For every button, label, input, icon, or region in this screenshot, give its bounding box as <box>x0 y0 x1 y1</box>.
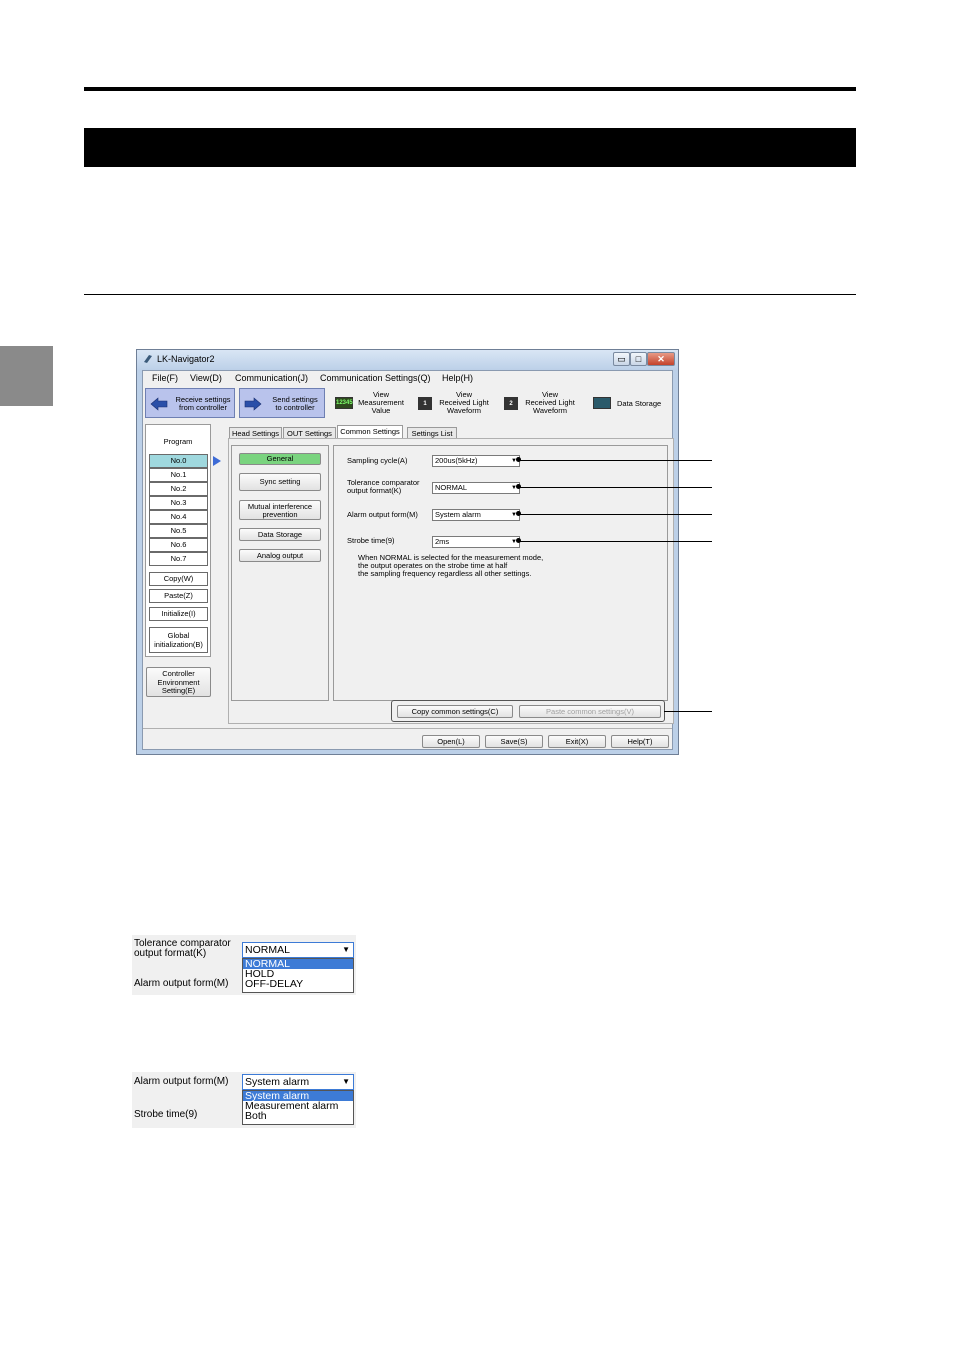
menu-communication-settings[interactable]: Communication Settings(Q) <box>320 373 431 383</box>
program-item[interactable]: No.5 <box>149 524 208 538</box>
program-item[interactable]: No.1 <box>149 468 208 482</box>
program-item[interactable]: No.7 <box>149 552 208 566</box>
minimize-icon: ▭ <box>617 354 626 364</box>
dropdown-option[interactable]: OFF-DELAY <box>243 979 353 990</box>
maximize-button[interactable]: □ <box>630 352 647 366</box>
toolbar: Receive settings from controller Send set… <box>143 386 672 420</box>
callout-line <box>519 487 712 488</box>
close-button[interactable]: ✕ <box>647 352 675 366</box>
sampling-cycle-select[interactable]: 200us(5kHz) ▼ <box>432 455 520 467</box>
section-header-bar <box>84 128 856 167</box>
program-item[interactable]: No.6 <box>149 538 208 552</box>
data-storage-button[interactable]: Data Storage <box>591 388 671 418</box>
tolerance-dropdown-example: Tolerance comparator output format(K) Ala… <box>132 935 356 995</box>
view-waveform-1-button[interactable]: 1 View Received Light Waveform <box>416 388 496 418</box>
footer-divider <box>143 728 672 729</box>
window-title: LK-Navigator2 <box>157 354 215 364</box>
program-item[interactable]: No.2 <box>149 482 208 496</box>
waveform-2-icon: 2 <box>504 397 518 410</box>
view-waveform-1-label: View Received Light Waveform <box>439 390 489 415</box>
chapter-side-tab <box>0 346 53 406</box>
menu-help[interactable]: Help(H) <box>442 373 473 383</box>
tab-common-settings[interactable]: Common Settings <box>337 425 403 438</box>
view-waveform-2-label: View Received Light Waveform <box>525 390 575 415</box>
strobe-time-select[interactable]: 2ms ▼ <box>432 536 520 548</box>
strobe-time-label: Strobe time(9) <box>347 536 395 545</box>
category-mutual-interference[interactable]: Mutual interference prevention <box>239 500 321 520</box>
callout-line <box>519 460 712 461</box>
app-window: LK-Navigator2 ▭ □ ✕ File(F) View(D) Comm… <box>136 349 679 755</box>
divider-rule <box>84 294 856 295</box>
close-icon: ✕ <box>657 354 665 364</box>
view-measurement-button[interactable]: 12345 View Measurement Value <box>333 388 413 418</box>
title-bar[interactable]: LK-Navigator2 ▭ □ ✕ <box>137 350 678 370</box>
program-title: Program <box>163 437 193 446</box>
callout-line <box>519 541 712 542</box>
menu-view[interactable]: View(D) <box>190 373 222 383</box>
tab-out-settings[interactable]: OUT Settings <box>283 427 336 438</box>
initialize-program-button[interactable]: Initialize(I) <box>149 607 208 621</box>
alarm-output-select[interactable]: System alarm ▼ <box>432 509 520 521</box>
alarm-output-label: Alarm output form(M) <box>347 510 418 519</box>
tolerance-dropdown-label: Tolerance comparator output format(K) <box>134 938 231 959</box>
program-item[interactable]: No.0 <box>149 454 208 468</box>
exit-button[interactable]: Exit(X) <box>548 735 606 748</box>
app-logo-icon <box>144 355 152 363</box>
category-general[interactable]: General <box>239 453 321 465</box>
paste-program-button[interactable]: Paste(Z) <box>149 589 208 603</box>
alarm-dropdown-combo[interactable]: System alarm ▼ <box>242 1074 354 1090</box>
strobe-note: When NORMAL is selected for the measurem… <box>358 553 544 578</box>
callout-line <box>519 514 712 515</box>
category-data-storage[interactable]: Data Storage <box>239 528 321 541</box>
paste-common-settings-button[interactable]: Paste common settings(V) <box>519 705 661 718</box>
send-settings-button[interactable]: Send settings to controller <box>239 388 325 418</box>
arrow-right-icon <box>244 397 262 411</box>
tolerance-format-label: Tolerance comparator output format(K) <box>347 478 420 495</box>
view-measurement-label: View Measurement Value <box>358 390 404 415</box>
program-item[interactable]: No.4 <box>149 510 208 524</box>
data-storage-label: Data Storage <box>617 399 662 408</box>
client-area: File(F) View(D) Communication(J) Communi… <box>142 370 674 750</box>
selected-program-arrow-icon <box>213 456 221 466</box>
open-button[interactable]: Open(L) <box>422 735 480 748</box>
save-button[interactable]: Save(S) <box>485 735 543 748</box>
tab-settings-list[interactable]: Settings List <box>407 427 457 438</box>
sampling-cycle-label: Sampling cycle(A) <box>347 456 408 465</box>
menu-file[interactable]: File(F) <box>152 373 178 383</box>
alarm-dropdown-label: Alarm output form(M) <box>134 1076 229 1087</box>
waveform-1-icon: 1 <box>418 397 432 410</box>
dropdown-option[interactable]: Both <box>243 1111 353 1122</box>
receive-settings-button[interactable]: Receive settings from controller <box>145 388 235 418</box>
controller-environment-button[interactable]: Controller Environment Setting(E) <box>146 667 211 697</box>
minimize-button[interactable]: ▭ <box>613 352 630 366</box>
view-waveform-2-button[interactable]: 2 View Received Light Waveform <box>502 388 582 418</box>
tolerance-format-select[interactable]: NORMAL ▼ <box>432 482 520 494</box>
chevron-down-icon: ▼ <box>342 1077 350 1086</box>
alarm-output-label-behind: Alarm output form(M) <box>134 978 229 989</box>
category-sync-setting[interactable]: Sync setting <box>239 473 321 491</box>
data-storage-icon <box>593 397 611 409</box>
callout-line <box>664 711 712 712</box>
menu-bar: File(F) View(D) Communication(J) Communi… <box>143 371 672 386</box>
measurement-value-icon: 12345 <box>335 397 353 409</box>
global-initialization-button[interactable]: Global initialization(B) <box>149 627 208 653</box>
category-analog-output[interactable]: Analog output <box>239 549 321 562</box>
arrow-left-icon <box>150 397 168 411</box>
top-rule <box>84 87 856 91</box>
copy-common-settings-button[interactable]: Copy common settings(C) <box>397 705 513 718</box>
tolerance-dropdown-combo[interactable]: NORMAL ▼ <box>242 942 354 958</box>
chevron-down-icon: ▼ <box>342 945 350 954</box>
strobe-time-label-behind: Strobe time(9) <box>134 1109 198 1120</box>
program-item[interactable]: No.3 <box>149 496 208 510</box>
tolerance-dropdown-list: NORMAL HOLD OFF-DELAY <box>242 958 354 993</box>
copy-program-button[interactable]: Copy(W) <box>149 572 208 586</box>
alarm-dropdown-list: System alarm Measurement alarm Both <box>242 1090 354 1125</box>
send-settings-label: Send settings to controller <box>272 395 318 412</box>
maximize-icon: □ <box>635 354 642 364</box>
menu-communication[interactable]: Communication(J) <box>235 373 308 383</box>
receive-settings-label: Receive settings from controller <box>175 395 231 412</box>
tab-head-settings[interactable]: Head Settings <box>229 427 282 438</box>
help-button[interactable]: Help(T) <box>611 735 669 748</box>
alarm-dropdown-example: Alarm output form(M) Strobe time(9) Syst… <box>132 1072 356 1128</box>
